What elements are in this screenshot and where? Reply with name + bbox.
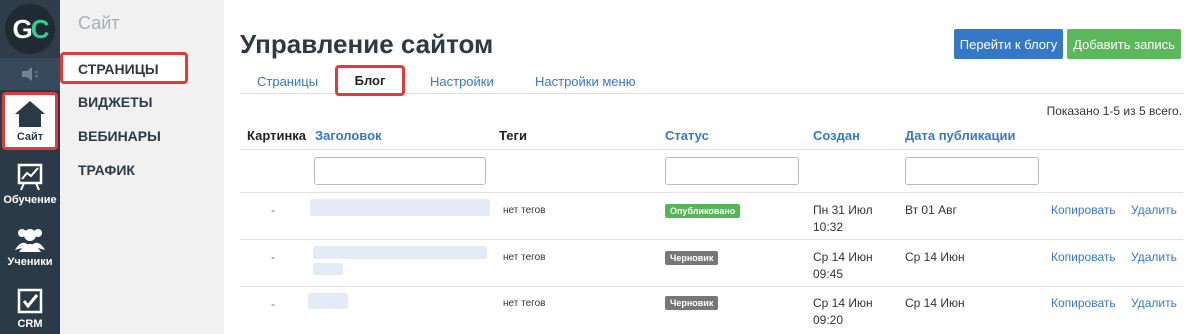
- row-title-redacted[interactable]: [313, 246, 487, 259]
- rail-item-learning[interactable]: Обучение: [0, 160, 60, 212]
- column-header-picture: Картинка: [247, 128, 307, 143]
- rail-item-students-label: Ученики: [7, 256, 53, 268]
- submenu-item-widgets[interactable]: ВИДЖЕТЫ: [78, 94, 152, 110]
- logo[interactable]: GC: [0, 0, 60, 58]
- row-published: Ср 14 Июн: [905, 250, 965, 264]
- row-created: Ср 14 Июн 09:45: [813, 249, 873, 283]
- row-created-date: Пн 31 Июл: [813, 203, 873, 217]
- users-icon: [15, 229, 45, 252]
- results-summary: Показано 1-5 из 5 всего.: [1046, 104, 1182, 118]
- status-filter-input[interactable]: [665, 157, 799, 185]
- rail-item-students[interactable]: Ученики: [0, 222, 60, 274]
- rail-item-learning-label: Обучение: [3, 194, 57, 206]
- row-picture[interactable]: -: [271, 203, 275, 217]
- submenu-title: Сайт: [78, 13, 120, 33]
- go-to-blog-button[interactable]: Перейти к блогу: [954, 29, 1063, 59]
- row-created-date: Ср 14 Июн: [813, 250, 873, 264]
- rail-item-site[interactable]: Сайт: [2, 92, 58, 150]
- row-title-redacted[interactable]: [308, 293, 348, 309]
- tab-pages[interactable]: Страницы: [257, 74, 318, 89]
- delete-link[interactable]: Удалить: [1131, 203, 1177, 217]
- row-title-redacted[interactable]: [310, 199, 490, 216]
- submenu-item-webinars[interactable]: ВЕБИНАРЫ: [78, 128, 161, 144]
- tab-settings[interactable]: Настройки: [430, 74, 494, 89]
- row-created-date: Ср 14 Июн: [813, 296, 873, 310]
- site-submenu: Сайт СТРАНИЦЫ ВИДЖЕТЫ ВЕБИНАРЫ ТРАФИК: [60, 0, 224, 334]
- row-tags: нет тегов: [503, 205, 546, 216]
- rail-item-crm-label: CRM: [17, 318, 43, 330]
- status-badge: Черновик: [665, 251, 719, 265]
- column-header-status[interactable]: Статус: [665, 128, 709, 143]
- column-header-title[interactable]: Заголовок: [315, 128, 382, 143]
- add-post-button[interactable]: Добавить запись: [1067, 29, 1181, 59]
- copy-link[interactable]: Копировать: [1051, 296, 1116, 310]
- chart-board-icon: [17, 163, 43, 191]
- status-badge: Черновик: [665, 296, 719, 310]
- copy-link[interactable]: Копировать: [1051, 250, 1116, 264]
- table-divider: [240, 192, 1183, 193]
- row-picture[interactable]: -: [271, 250, 275, 264]
- rail-collapse-button[interactable]: [0, 58, 60, 90]
- tab-bar: Страницы Блог Настройки Настройки меню: [240, 65, 1183, 96]
- delete-link[interactable]: Удалить: [1131, 296, 1177, 310]
- row-created: Ср 14 Июн 09:20: [813, 295, 873, 329]
- row-title-redacted: [313, 263, 343, 275]
- table-divider: [240, 149, 1183, 150]
- page-title: Управление сайтом: [240, 29, 494, 59]
- column-header-created[interactable]: Создан: [813, 128, 860, 143]
- logo-mark: GC: [5, 4, 55, 54]
- table-divider: [240, 286, 1183, 287]
- rail-item-crm[interactable]: CRM: [0, 284, 60, 334]
- logo-letter-g: G: [12, 13, 32, 44]
- copy-link[interactable]: Копировать: [1051, 203, 1116, 217]
- home-icon: [15, 101, 45, 127]
- row-created: Пн 31 Июл 10:32: [813, 202, 873, 236]
- row-published: Вт 01 Авг: [905, 203, 957, 217]
- checkbox-icon: [17, 288, 43, 314]
- row-tags: нет тегов: [503, 298, 546, 309]
- speaker-icon: [22, 67, 38, 81]
- column-header-published[interactable]: Дата публикации: [905, 128, 1015, 143]
- row-created-time: 09:20: [813, 313, 844, 327]
- row-picture[interactable]: -: [271, 297, 275, 311]
- column-header-tags: Теги: [499, 128, 527, 143]
- logo-letter-c: C: [30, 13, 50, 44]
- status-badge: Опубликовано: [665, 204, 741, 218]
- submenu-item-traffic[interactable]: ТРАФИК: [78, 162, 135, 178]
- delete-link[interactable]: Удалить: [1131, 250, 1177, 264]
- publish-date-filter-input[interactable]: [905, 157, 1039, 185]
- tab-menu-settings[interactable]: Настройки меню: [535, 74, 635, 89]
- rail-item-site-label: Сайт: [16, 131, 44, 143]
- tab-blog[interactable]: Блог: [335, 65, 405, 96]
- title-filter-input[interactable]: [314, 157, 486, 185]
- row-tags: нет тегов: [503, 252, 546, 263]
- icon-rail: GC Сайт Обучение Ученики CRM: [0, 0, 60, 334]
- row-created-time: 10:32: [813, 220, 844, 234]
- row-created-time: 09:45: [813, 267, 844, 281]
- table-divider: [240, 239, 1183, 240]
- submenu-item-pages[interactable]: СТРАНИЦЫ: [60, 52, 188, 84]
- row-published: Ср 14 Июн: [905, 296, 965, 310]
